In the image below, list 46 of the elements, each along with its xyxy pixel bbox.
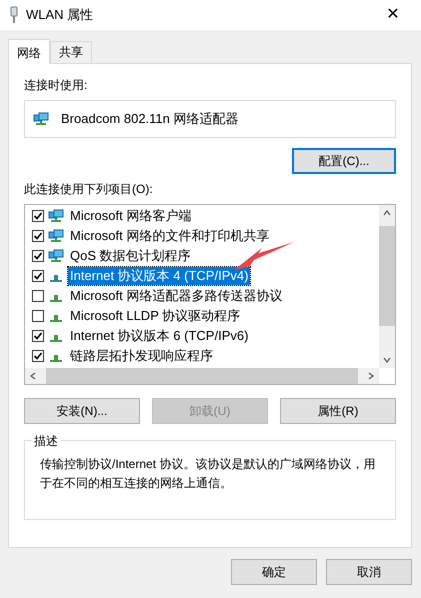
list-item[interactable]: Microsoft 网络客户端 <box>68 207 194 225</box>
checkbox[interactable] <box>32 270 44 282</box>
adapter-field: Broadcom 802.11n 网络适配器 <box>24 100 396 138</box>
scroll-right-icon <box>367 372 375 380</box>
close-button[interactable]: ✕ <box>373 0 413 30</box>
protocol-icon <box>50 354 62 362</box>
window-title: WLAN 属性 <box>26 6 94 24</box>
horizontal-scrollbar[interactable] <box>25 368 379 384</box>
scroll-left-icon <box>29 372 37 380</box>
connect-using-label: 连接时使用: <box>24 77 88 94</box>
list-item[interactable]: Internet 协议版本 4 (TCP/IPv4) <box>68 267 250 285</box>
checkbox[interactable] <box>32 350 44 362</box>
checkbox[interactable] <box>32 310 44 322</box>
wlan-adapter-icon <box>8 6 20 24</box>
computer-icon <box>48 249 64 263</box>
list-item[interactable]: QoS 数据包计划程序 <box>68 247 193 265</box>
scroll-down-icon <box>383 356 391 364</box>
properties-button[interactable]: 属性(R) <box>280 398 396 424</box>
tab[interactable]: 网络 <box>8 39 50 64</box>
checkbox[interactable] <box>32 250 44 262</box>
protocol-icon <box>50 274 62 282</box>
protocol-icon <box>50 334 62 342</box>
checkbox[interactable] <box>32 210 44 222</box>
tab[interactable]: 共享 <box>50 41 92 63</box>
protocol-icon <box>50 314 62 322</box>
protocol-icon <box>50 294 62 302</box>
scroll-up-icon <box>383 209 391 217</box>
list-item[interactable]: 链路层拓扑发现响应程序 <box>68 347 215 365</box>
annotation-arrow <box>234 242 294 270</box>
list-item[interactable]: Microsoft 网络的文件和打印机共享 <box>68 227 272 245</box>
description-text: 传输控制协议/Internet 协议。该协议是默认的广域网络协议，用于在不同的相互连接的网络上通信。 <box>40 456 376 492</box>
list-item[interactable]: Internet 协议版本 6 (TCP/IPv6) <box>68 327 250 345</box>
computer-icon <box>48 209 64 223</box>
vertical-scrollbar[interactable] <box>379 205 395 368</box>
list-item[interactable]: Microsoft 网络适配器多路传送器协议 <box>68 287 284 305</box>
checkbox[interactable] <box>32 330 44 342</box>
ok-button[interactable]: 确定 <box>231 559 317 585</box>
list-item[interactable]: Microsoft LLDP 协议驱动程序 <box>68 307 242 325</box>
install-button[interactable]: 安装(N)... <box>24 398 140 424</box>
computer-icon <box>48 229 64 243</box>
checkbox[interactable] <box>32 230 44 242</box>
network-adapter-icon <box>33 112 49 126</box>
configure-button[interactable]: 配置(C)... <box>292 148 396 174</box>
items-label: 此连接使用下列项目(O): <box>24 181 154 198</box>
cancel-button[interactable]: 取消 <box>326 559 412 585</box>
checkbox[interactable] <box>32 290 44 302</box>
